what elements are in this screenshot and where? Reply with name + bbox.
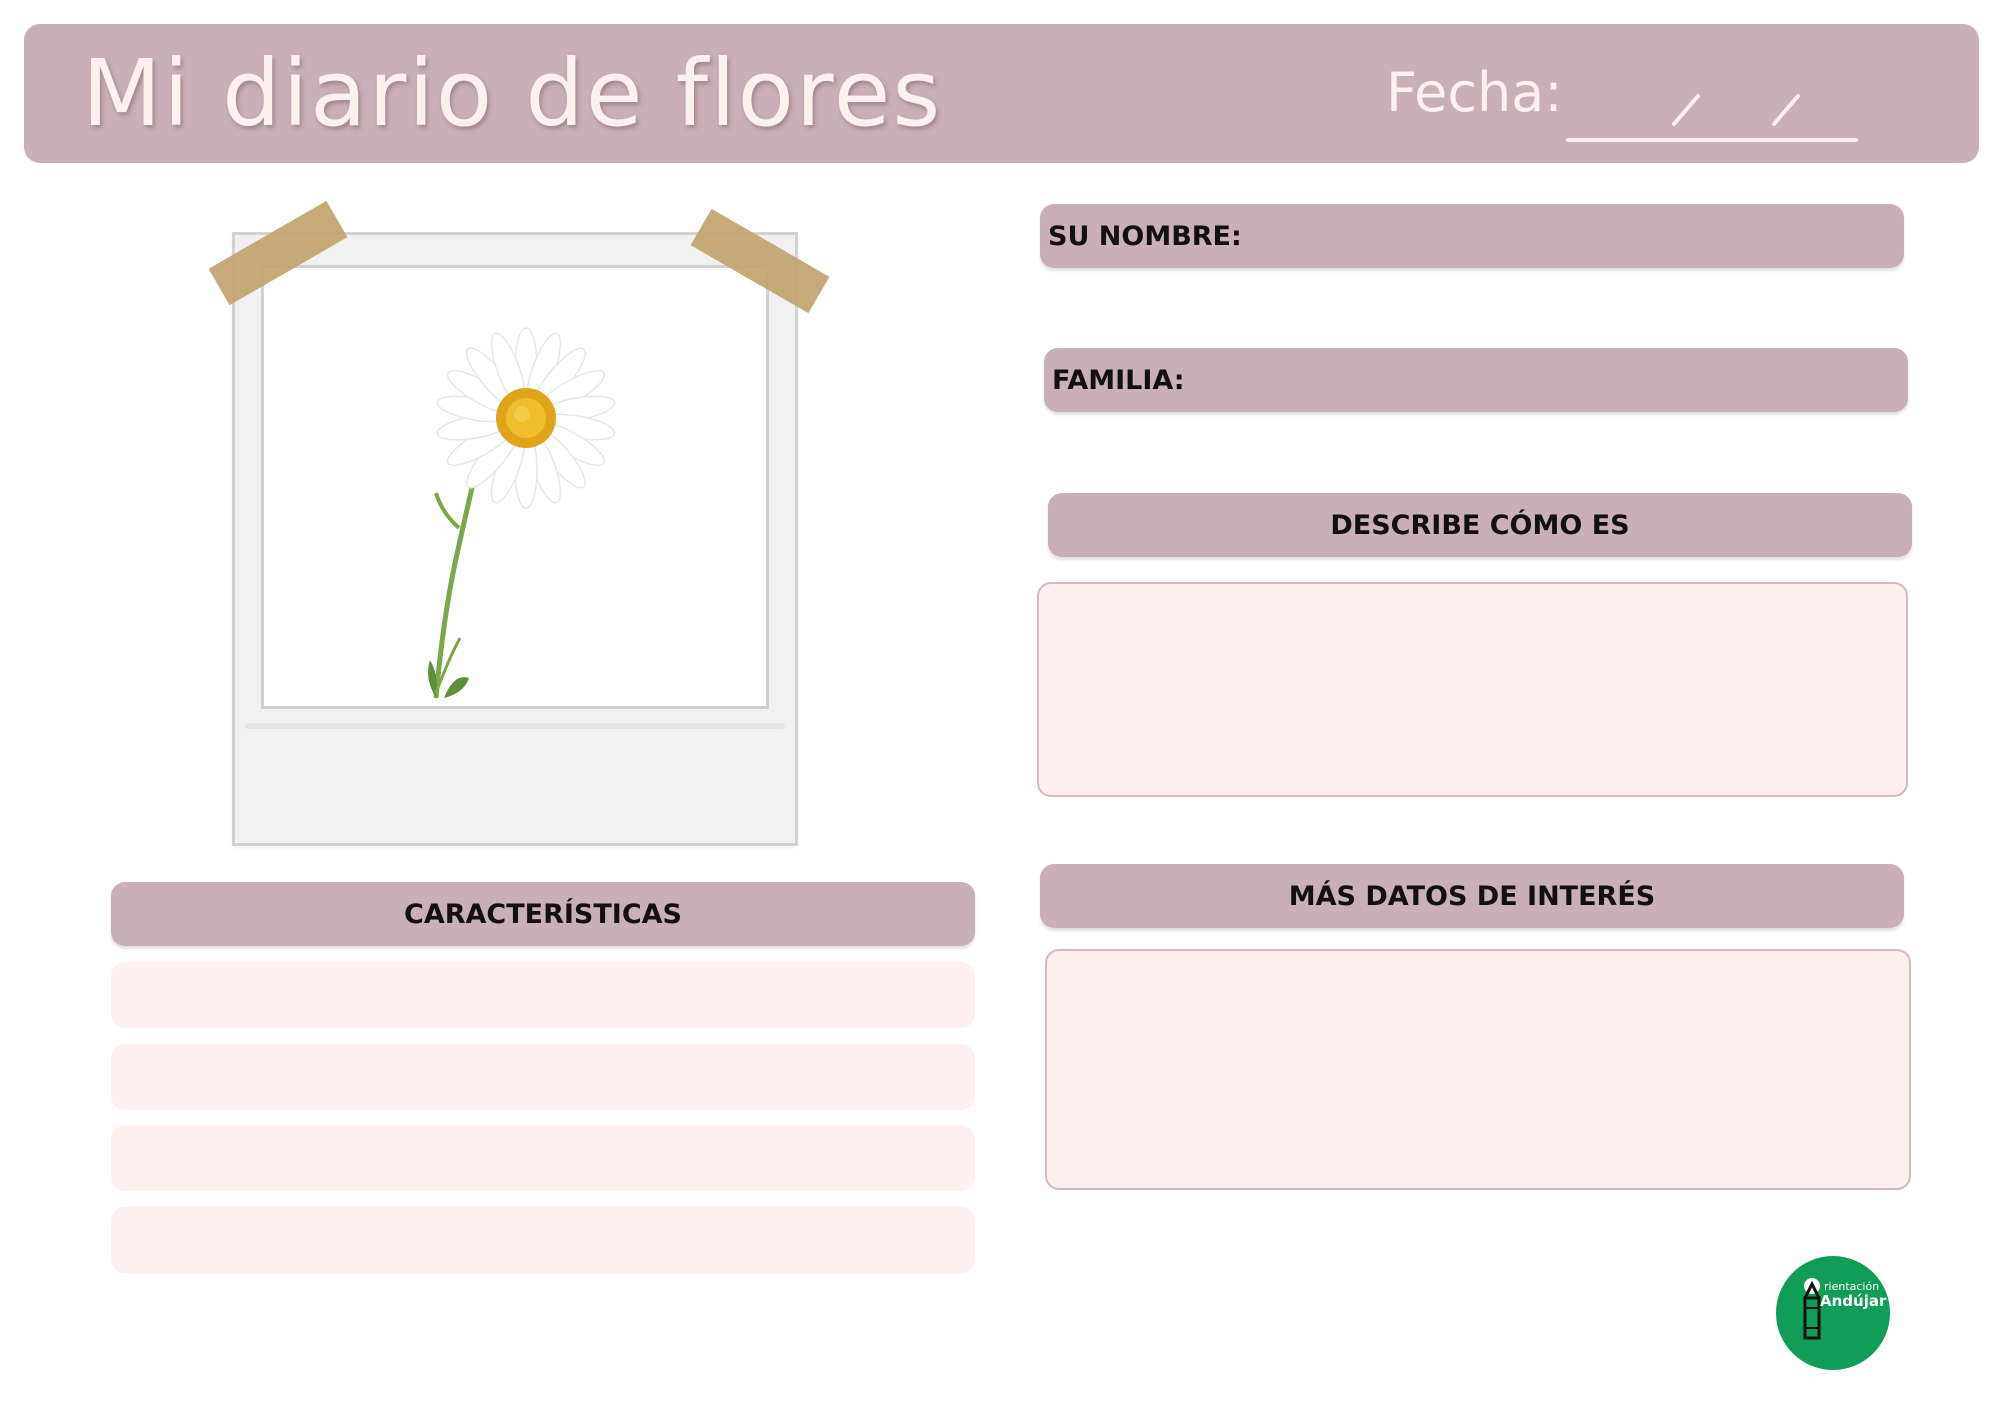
more-data-label: MÁS DATOS DE INTERÉS xyxy=(1288,880,1656,912)
characteristics-line-2[interactable] xyxy=(111,1044,975,1110)
family-field[interactable]: FAMILIA: xyxy=(1044,348,1908,412)
name-label: SU NOMBRE: xyxy=(1048,220,1242,252)
name-field[interactable]: SU NOMBRE: xyxy=(1040,204,1904,268)
flower-photo xyxy=(261,265,769,709)
family-label: FAMILIA: xyxy=(1052,364,1185,396)
polaroid-caption-area xyxy=(245,723,785,729)
characteristics-line-4[interactable] xyxy=(111,1207,975,1273)
characteristics-line-1[interactable] xyxy=(111,962,975,1028)
date-field[interactable] xyxy=(1564,64,1884,154)
describe-heading: DESCRIBE CÓMO ES xyxy=(1048,493,1912,557)
orientacion-andujar-logo: rientación Andújar xyxy=(1776,1256,1890,1370)
logo-big-text: Andújar xyxy=(1820,1292,1887,1310)
more-data-heading: MÁS DATOS DE INTERÉS xyxy=(1040,864,1904,928)
describe-label: DESCRIBE CÓMO ES xyxy=(1330,509,1630,541)
pencil-icon xyxy=(1803,1278,1821,1340)
page-title: Mi diario de flores xyxy=(82,40,943,147)
characteristics-label: CARACTERÍSTICAS xyxy=(404,898,682,930)
header-banner: Mi diario de flores Fecha: xyxy=(24,24,1979,163)
characteristics-heading: CARACTERÍSTICAS xyxy=(111,882,975,946)
date-label: Fecha: xyxy=(1386,61,1563,124)
more-data-textbox[interactable] xyxy=(1045,949,1911,1190)
characteristics-line-3[interactable] xyxy=(111,1125,975,1191)
polaroid-frame xyxy=(232,232,798,846)
describe-textbox[interactable] xyxy=(1037,582,1908,797)
daisy-image xyxy=(428,327,616,699)
